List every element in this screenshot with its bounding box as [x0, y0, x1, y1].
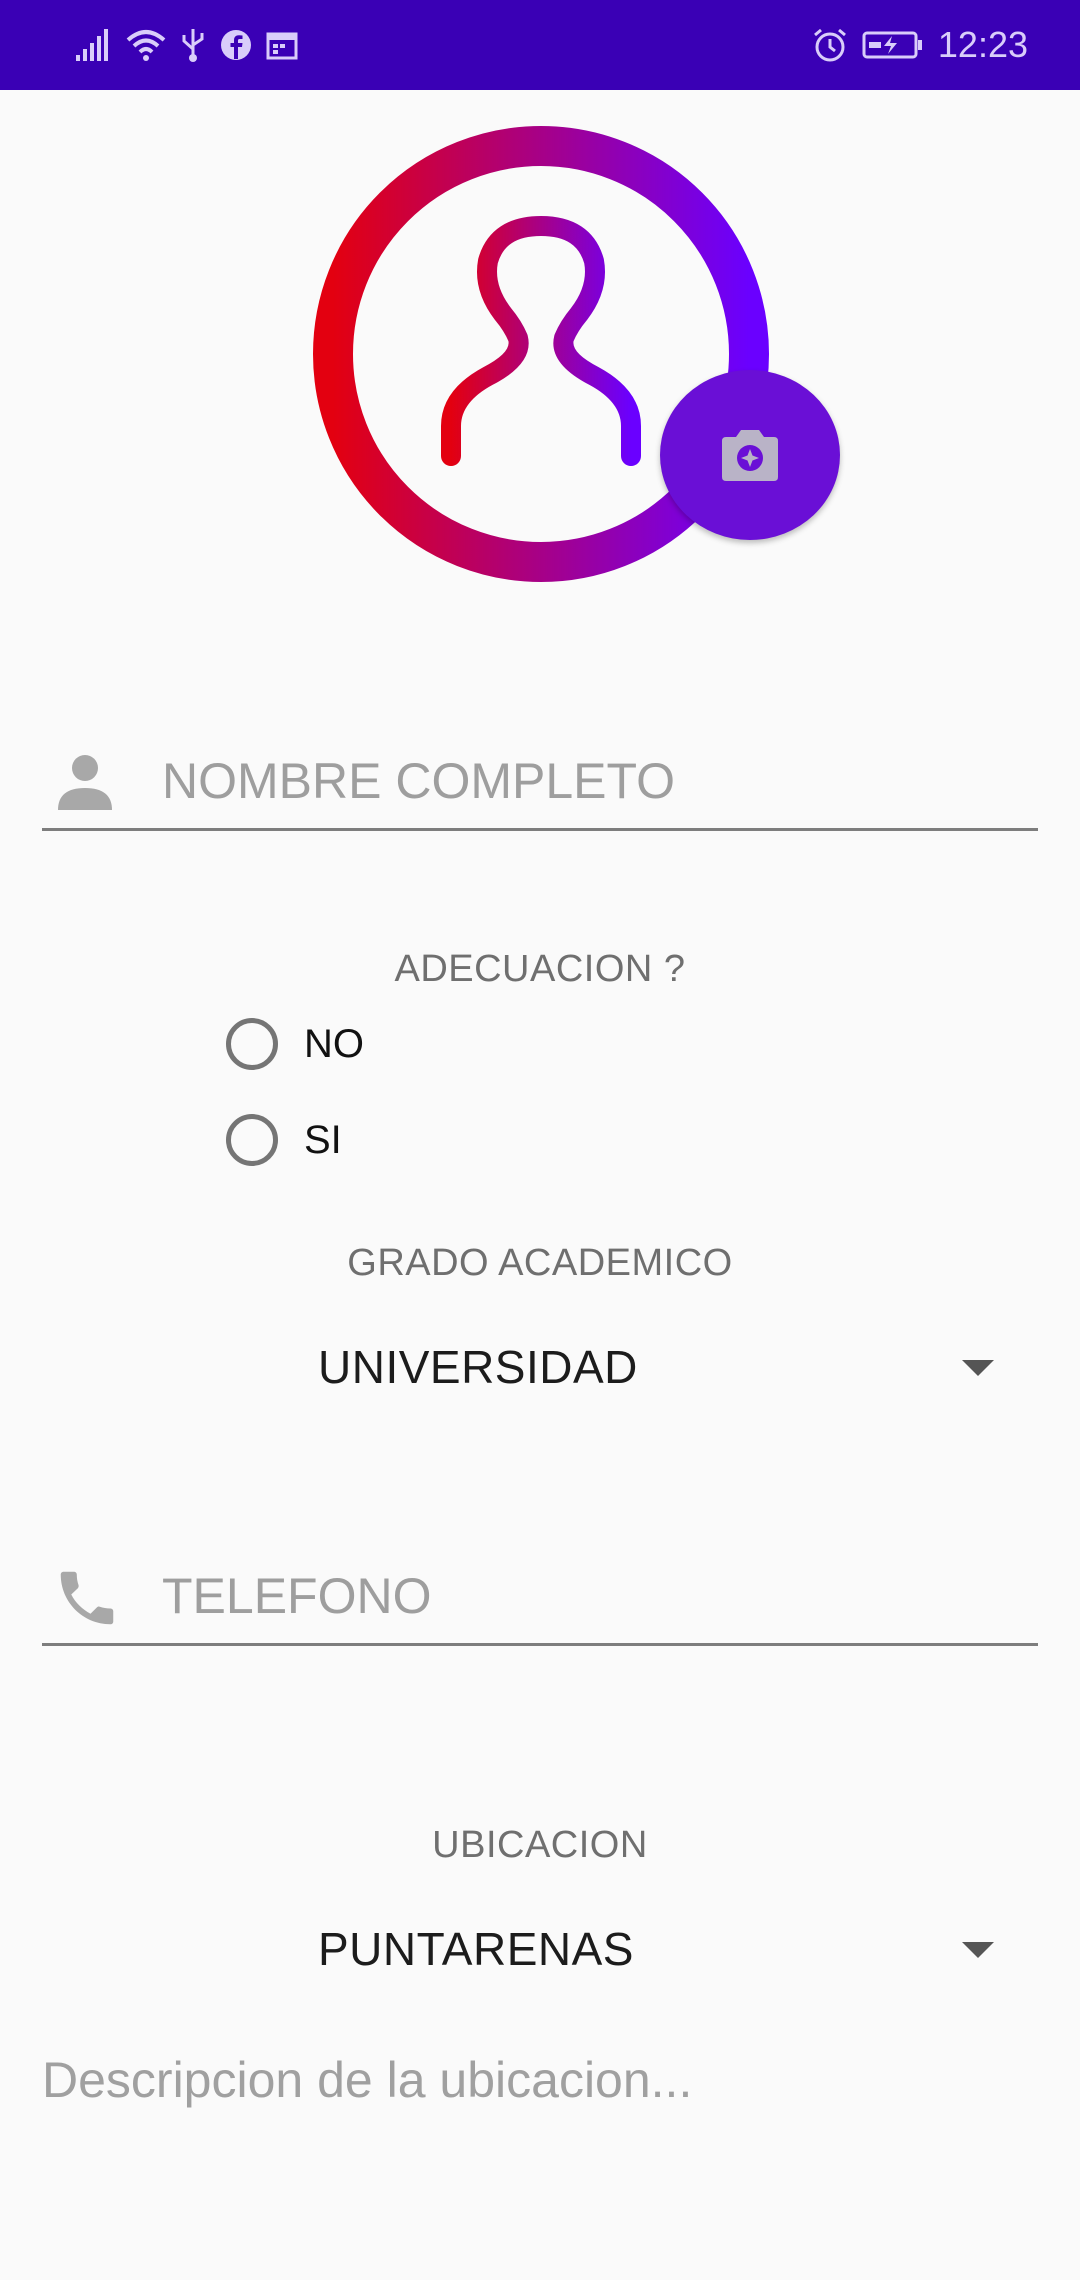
grado-academico-dropdown[interactable]: UNIVERSIDAD	[300, 1322, 1020, 1412]
wifi-icon	[126, 28, 166, 62]
camera-button[interactable]	[660, 370, 840, 540]
alarm-icon	[812, 27, 848, 63]
facebook-icon	[220, 29, 252, 61]
status-right-icons: 12:23	[812, 22, 1028, 68]
ubicacion-value: PUNTARENAS	[318, 1923, 634, 1975]
radio-option-no[interactable]: NO	[226, 1009, 364, 1079]
chevron-down-icon	[962, 1942, 994, 1958]
full-name-input[interactable]	[162, 738, 1022, 824]
descripcion-input[interactable]	[42, 2040, 1038, 2120]
ubicacion-dropdown[interactable]: PUNTARENAS	[300, 1904, 1020, 1994]
radio-si-circle[interactable]	[226, 1114, 278, 1166]
calendar-icon	[266, 30, 298, 60]
adecuacion-label: ADECUACION ?	[394, 948, 686, 990]
status-left-icons	[76, 22, 298, 68]
telefono-input[interactable]	[162, 1553, 1022, 1639]
ubicacion-label: UBICACION	[432, 1824, 648, 1866]
status-time: 12:23	[937, 24, 1028, 65]
usb-icon	[180, 27, 206, 63]
grado-academico-value: UNIVERSIDAD	[318, 1341, 638, 1393]
radio-no-circle[interactable]	[226, 1018, 278, 1070]
radio-option-si[interactable]: SI	[226, 1105, 342, 1175]
phone-icon	[52, 1563, 118, 1629]
chevron-down-icon	[962, 1360, 994, 1376]
camera-icon	[722, 430, 778, 481]
person-icon	[52, 748, 118, 814]
radio-no-label: NO	[304, 1021, 364, 1066]
full-name-field[interactable]	[42, 738, 1038, 831]
grado-academico-label: GRADO ACADEMICO	[347, 1242, 733, 1284]
register-screen: 12:23 NOMBRE COMPLETO ADECUACION ? NO SI…	[0, 0, 1080, 2280]
status-bar: 12:23	[0, 0, 1080, 90]
battery-charging-icon	[862, 30, 924, 60]
radio-si-label: SI	[304, 1117, 342, 1162]
telefono-field[interactable]	[42, 1553, 1038, 1646]
signal-icon	[76, 29, 112, 61]
